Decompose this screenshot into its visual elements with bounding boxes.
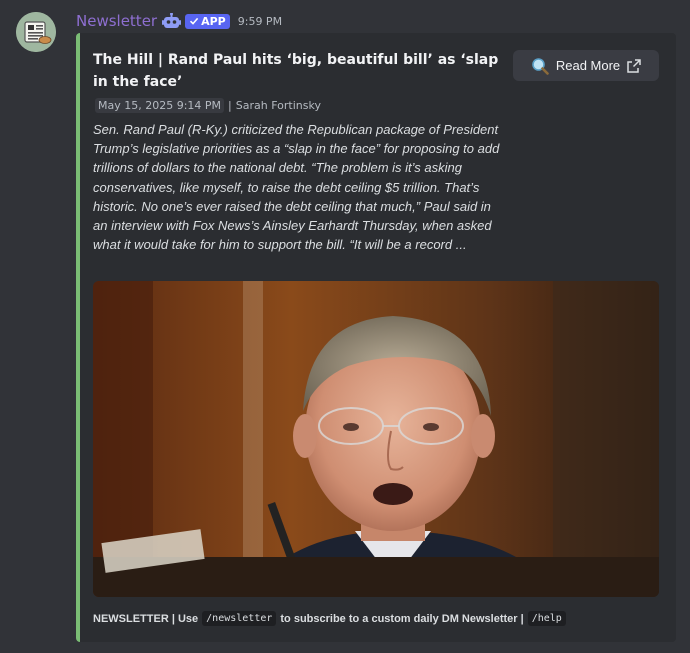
footer-middle: to subscribe to a custom daily DM Newsle… <box>280 612 524 625</box>
senator-photo <box>93 281 659 597</box>
embed-footer: NEWSLETTER | Use /newsletter to subscrib… <box>93 611 570 626</box>
embed-card: The Hill | Rand Paul hits ‘big, beautifu… <box>76 33 676 642</box>
timestamp[interactable]: 9:59 PM <box>238 15 282 28</box>
app-badge-label: APP <box>201 14 226 28</box>
newspaper-avatar-icon <box>16 12 56 52</box>
embed-date: May 15, 2025 9:14 PM <box>95 98 225 113</box>
username[interactable]: Newsletter <box>76 12 157 30</box>
read-more-label: Read More <box>555 58 621 73</box>
embed-title[interactable]: The Hill | Rand Paul hits ‘big, beautifu… <box>93 49 503 93</box>
meta-separator: | <box>228 99 232 112</box>
help-command[interactable]: /help <box>527 611 566 626</box>
robot-icon <box>162 12 182 30</box>
newsletter-command[interactable]: /newsletter <box>202 611 277 626</box>
embed-image[interactable] <box>93 281 659 597</box>
read-more-button[interactable]: Read More <box>513 50 659 81</box>
embed-description: Sen. Rand Paul (R-Ky.) criticized the Re… <box>93 122 500 253</box>
external-link-icon <box>627 58 641 73</box>
avatar[interactable] <box>16 12 56 52</box>
magnifier-icon <box>532 57 549 75</box>
embed-author: Sarah Fortinsky <box>235 99 321 112</box>
message-header: Newsletter APP 9:59 PM <box>76 11 282 31</box>
app-badge: APP <box>185 13 230 29</box>
footer-prefix: NEWSLETTER | Use <box>93 612 199 625</box>
check-icon <box>190 17 199 25</box>
embed-meta: May 15, 2025 9:14 PM | Sarah Fortinsky <box>95 98 321 113</box>
